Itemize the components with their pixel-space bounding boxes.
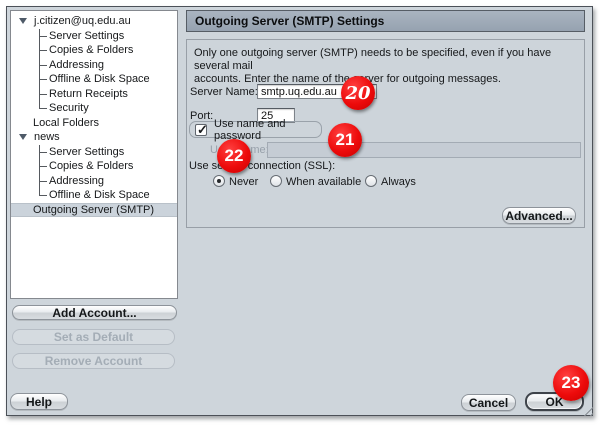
sidebar-item-outgoing-server-selected[interactable]: Outgoing Server (SMTP) [11, 203, 177, 218]
sidebar-item-news-copies-folders[interactable]: Copies & Folders [11, 159, 177, 174]
callout-badge-20: 20 [341, 76, 375, 110]
sidebar-item-label: Server Settings [49, 146, 124, 158]
advanced-button[interactable]: Advanced... [502, 207, 576, 224]
ssl-when-available-radio[interactable] [270, 175, 282, 187]
server-name-label: Server Name: [190, 86, 258, 98]
use-name-password-label: Use name and password [214, 118, 321, 142]
cancel-button[interactable]: Cancel [461, 394, 516, 411]
sidebar-item-account-news[interactable]: news [11, 130, 177, 145]
sidebar-item-label: Addressing [49, 175, 104, 187]
sidebar-item-security[interactable]: Security [11, 101, 177, 116]
help-button[interactable]: Help [10, 393, 68, 410]
sidebar-item-label: Local Folders [33, 117, 99, 129]
sidebar-item-label: news [34, 131, 60, 143]
sidebar-item-label: j.citizen@uq.edu.au [34, 15, 131, 27]
sidebar-item-addressing[interactable]: Addressing [11, 58, 177, 73]
callout-badge-23: 23 [553, 365, 589, 401]
account-tree-list: j.citizen@uq.edu.au Server Settings Copi… [10, 10, 178, 299]
sidebar-item-account-1[interactable]: j.citizen@uq.edu.au [11, 14, 177, 29]
callout-badge-22: 22 [217, 139, 251, 173]
ssl-never-label: Never [229, 176, 258, 188]
ssl-always-label: Always [381, 176, 416, 188]
use-name-password-checkbox[interactable]: ✓ [195, 124, 207, 136]
user-name-input [267, 142, 581, 158]
sidebar-item-server-settings[interactable]: Server Settings [11, 29, 177, 44]
disclosure-triangle-icon[interactable] [19, 18, 27, 24]
disclosure-triangle-icon[interactable] [19, 134, 27, 140]
sidebar-item-news-offline-disk-space[interactable]: Offline & Disk Space [11, 188, 177, 203]
sidebar-item-copies-folders[interactable]: Copies & Folders [11, 43, 177, 58]
sidebar-item-news-server-settings[interactable]: Server Settings [11, 145, 177, 160]
sidebar-item-label: Return Receipts [49, 88, 128, 100]
sidebar-item-news-addressing[interactable]: Addressing [11, 174, 177, 189]
sidebar-item-label: Addressing [49, 59, 104, 71]
ssl-label: Use secure connection (SSL): [189, 160, 335, 172]
sidebar-item-label: Offline & Disk Space [49, 73, 150, 85]
sidebar-item-label: Security [49, 102, 89, 114]
ssl-always-radio[interactable] [365, 175, 377, 187]
screenshot-page: j.citizen@uq.edu.au Server Settings Copi… [0, 0, 600, 429]
checkmark-icon: ✓ [197, 122, 208, 138]
sidebar-item-label: Copies & Folders [49, 160, 133, 172]
panel-description: Only one outgoing server (SMTP) needs to… [194, 47, 584, 86]
sidebar-item-return-receipts[interactable]: Return Receipts [11, 87, 177, 102]
callout-badge-21: 21 [328, 123, 362, 157]
remove-account-button: Remove Account [12, 353, 175, 369]
sidebar-item-local-folders[interactable]: Local Folders [11, 116, 177, 131]
ssl-never-radio[interactable] [213, 175, 225, 187]
add-account-button[interactable]: Add Account... [12, 305, 177, 320]
sidebar-item-offline-disk-space[interactable]: Offline & Disk Space [11, 72, 177, 87]
description-line-2: accounts. Enter the name of the server f… [194, 73, 584, 86]
sidebar-item-label: Offline & Disk Space [49, 189, 150, 201]
sidebar-item-label: Server Settings [49, 30, 124, 42]
sidebar-item-label: Outgoing Server (SMTP) [33, 204, 154, 216]
panel-title: Outgoing Server (SMTP) Settings [186, 10, 585, 32]
ssl-when-available-label: When available [286, 176, 361, 188]
description-line-1: Only one outgoing server (SMTP) needs to… [194, 47, 584, 73]
use-name-password-group[interactable]: ✓ Use name and password [189, 121, 322, 138]
sidebar-item-label: Copies & Folders [49, 44, 133, 56]
set-as-default-button: Set as Default [12, 329, 175, 345]
